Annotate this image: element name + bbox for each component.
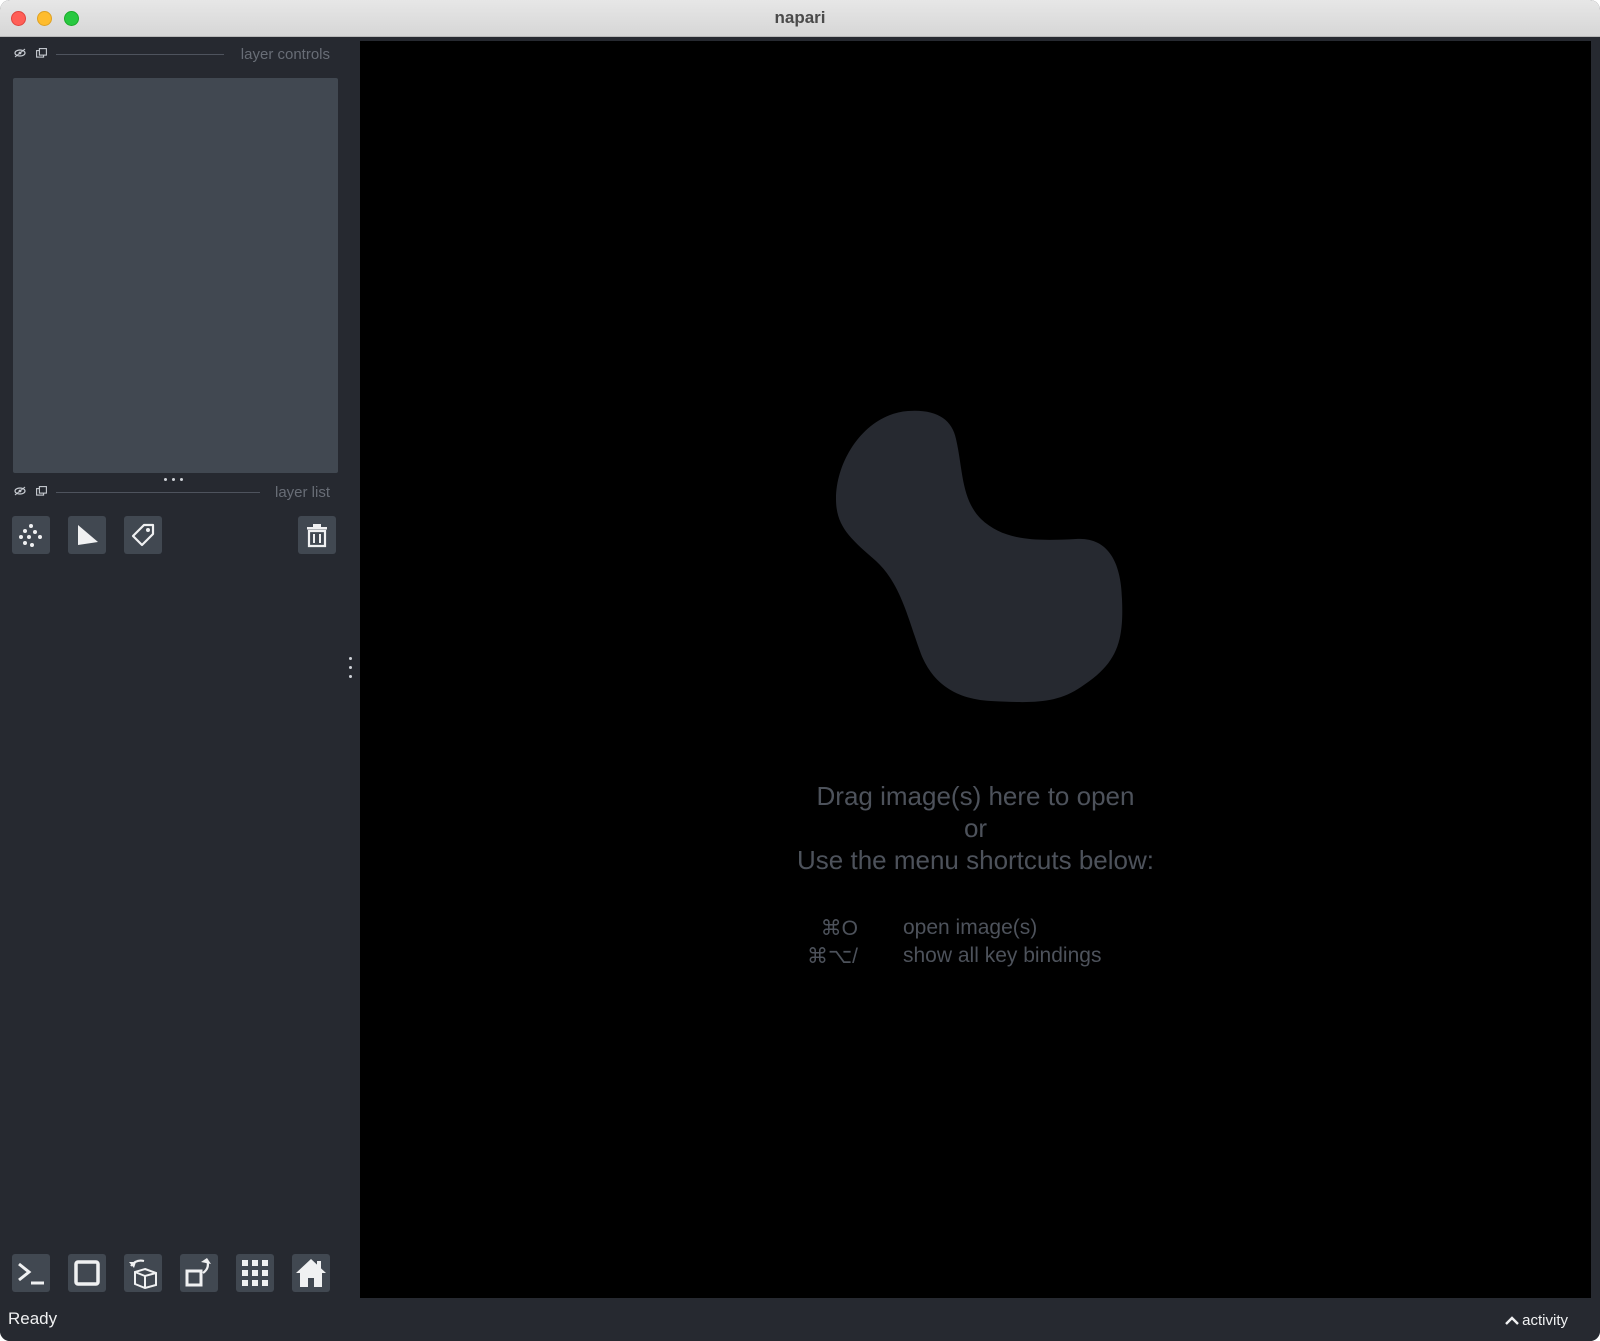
welcome-drag-text: Drag image(s) here to open	[816, 781, 1135, 811]
welcome-shortcuts-text: Use the menu shortcuts below:	[797, 845, 1154, 875]
grid-icon	[242, 1260, 268, 1286]
cube-rotate-icon	[129, 1259, 157, 1289]
layer-controls-header: layer controls	[0, 44, 340, 64]
layer-controls-title: layer controls	[240, 46, 330, 63]
points-icon	[19, 524, 42, 547]
delete-layer-button[interactable]	[298, 516, 336, 554]
home-icon	[296, 1259, 326, 1287]
layer-list-header: layer list	[0, 482, 340, 502]
left-dock-panel: layer controls layer list	[0, 38, 360, 1298]
transpose-dims-button[interactable]	[180, 1254, 218, 1292]
napari-logo-icon	[836, 410, 1123, 703]
hide-dock-eye-icon[interactable]	[14, 486, 26, 496]
float-dock-icon[interactable]	[36, 486, 47, 496]
new-shapes-layer-button[interactable]	[68, 516, 106, 554]
grid-view-button[interactable]	[236, 1254, 274, 1292]
float-dock-icon[interactable]	[36, 48, 47, 58]
shapes-icon	[78, 525, 98, 545]
hide-dock-eye-icon[interactable]	[14, 48, 26, 58]
shortcut-description: show all key bindings	[903, 944, 1102, 967]
shortcut-key-bindings: ⌘⌥/ show all key bindings	[360, 944, 1591, 972]
panel-resize-handle[interactable]	[348, 656, 354, 682]
activity-button[interactable]: activity	[1504, 1310, 1568, 1330]
caret-up-icon	[1505, 1316, 1520, 1325]
console-icon	[18, 1262, 44, 1285]
shortcut-key: ⌘⌥/	[806, 945, 858, 968]
roll-dims-button[interactable]	[124, 1254, 162, 1292]
status-message: Ready	[8, 1309, 58, 1328]
home-button[interactable]	[292, 1254, 330, 1292]
shortcut-open-image: ⌘O open image(s)	[360, 916, 1591, 944]
transpose-icon	[185, 1258, 211, 1287]
layer-buttons-row	[0, 516, 360, 556]
new-labels-layer-button[interactable]	[124, 516, 162, 554]
welcome-or-text: or	[963, 813, 988, 843]
header-divider	[56, 492, 260, 493]
viewer-buttons-row	[0, 1254, 360, 1294]
activity-label: activity	[1522, 1311, 1568, 1329]
square-icon	[74, 1260, 100, 1286]
trash-icon	[307, 524, 327, 548]
label-tag-icon	[131, 523, 155, 547]
status-bar: Ready activity	[0, 1298, 1600, 1341]
console-button[interactable]	[12, 1254, 50, 1292]
shortcut-description: open image(s)	[903, 916, 1038, 939]
new-points-layer-button[interactable]	[12, 516, 50, 554]
header-divider	[56, 54, 224, 55]
title-bar: napari	[0, 0, 1600, 37]
shortcut-key: ⌘O	[820, 917, 858, 940]
layer-controls-area	[13, 78, 338, 473]
viewer-canvas[interactable]: Drag image(s) here to open or Use the me…	[360, 41, 1591, 1298]
layer-list-title: layer list	[274, 484, 330, 501]
napari-window: napari layer controls layer list Drag im…	[0, 0, 1600, 1341]
window-title: napari	[774, 8, 826, 27]
ndisplay-button[interactable]	[68, 1254, 106, 1292]
